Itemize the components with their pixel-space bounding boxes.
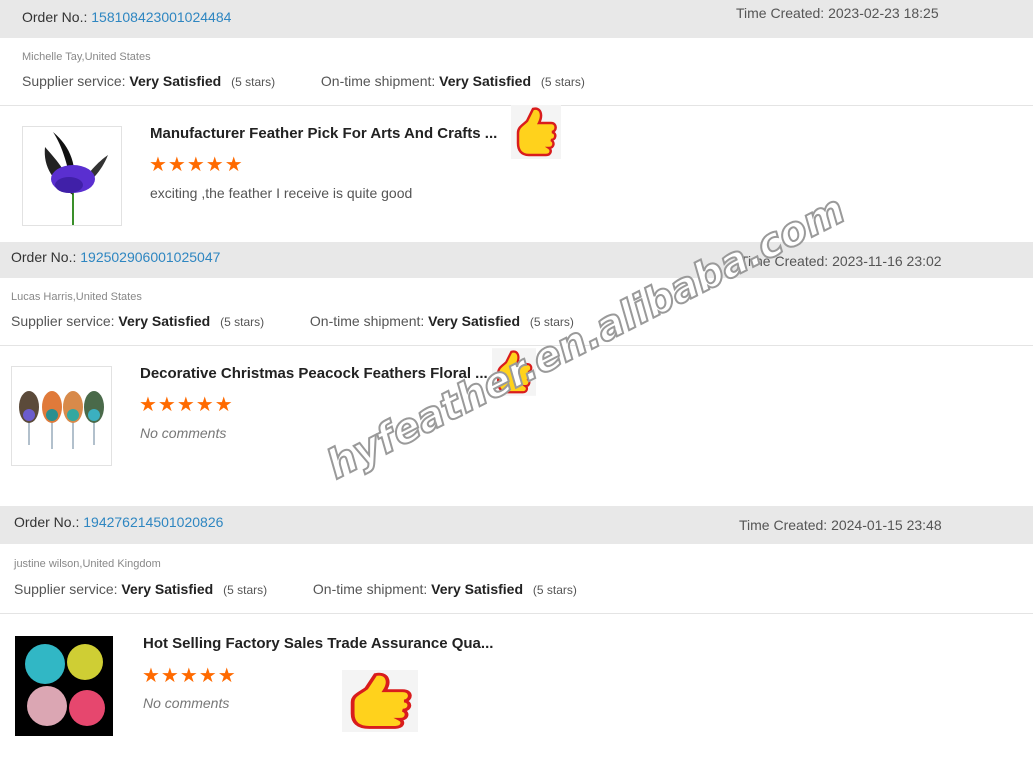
- thumbs-up-icon: [342, 670, 418, 737]
- product-title[interactable]: Manufacturer Feather Pick For Arts And C…: [150, 125, 497, 142]
- time-created-label: Time Created:: [736, 5, 825, 21]
- order-number-label: Order No.:: [22, 9, 88, 25]
- shipment-label: On-time shipment:: [309, 313, 425, 329]
- time-created-value: 2023-02-23 18:25: [828, 5, 939, 21]
- order-number-link[interactable]: 194276214501020826: [83, 514, 223, 530]
- product-thumbnail[interactable]: [11, 366, 112, 466]
- watermark-text: hyfeather.en.alibaba.com: [319, 186, 854, 490]
- supplier-service-value: Very Satisfied: [129, 73, 222, 89]
- order-number-link[interactable]: 192502906001025047: [80, 249, 220, 265]
- rating-stars: ★★★★★: [149, 154, 244, 176]
- product-thumbnail[interactable]: [22, 126, 122, 226]
- supplier-service-stars: (5 stars): [220, 315, 265, 329]
- shipment-value: Very Satisfied: [439, 73, 531, 89]
- shipment-label: On-time shipment:: [320, 73, 436, 89]
- review-comment: No comments: [140, 425, 227, 441]
- time-created-value: 2023-11-16 23:02: [832, 253, 942, 269]
- order-number-link[interactable]: 158108423001024484: [91, 9, 231, 25]
- shipment-value: Very Satisfied: [428, 313, 520, 329]
- product-title[interactable]: Decorative Christmas Peacock Feathers Fl…: [140, 365, 488, 382]
- feather-pick-image: [44, 132, 108, 225]
- rating-stars: ★★★★★: [139, 394, 234, 416]
- rating-stars: ★★★★★: [142, 665, 237, 687]
- supplier-service-value: Very Satisfied: [121, 581, 214, 597]
- shipment-stars: (5 stars): [532, 583, 577, 597]
- buyer-name: Lucas Harris,United States: [11, 291, 142, 303]
- divider: [0, 613, 1033, 614]
- supplier-service-label: Supplier service:: [22, 73, 126, 89]
- feather-balls-image: [15, 636, 113, 736]
- shipment-stars: (5 stars): [540, 75, 585, 89]
- supplier-service-stars: (5 stars): [223, 583, 268, 597]
- supplier-service-stars: (5 stars): [231, 75, 276, 89]
- order-number-label: Order No.:: [14, 514, 80, 530]
- supplier-service-label: Supplier service:: [14, 581, 118, 597]
- supplier-service-label: Supplier service:: [11, 313, 115, 329]
- thumbs-up-icon: [511, 105, 561, 164]
- supplier-service-value: Very Satisfied: [118, 313, 211, 329]
- order-header: Order No.: 158108423001024484 Time Creat…: [0, 0, 1033, 38]
- buyer-name: Michelle Tay,United States: [22, 51, 151, 63]
- product-title[interactable]: Hot Selling Factory Sales Trade Assuranc…: [143, 635, 493, 652]
- product-thumbnail[interactable]: [15, 636, 113, 736]
- peacock-feathers-image: [19, 391, 104, 449]
- review-comment: No comments: [143, 695, 230, 711]
- order-header: Order No.: 194276214501020826 Time Creat…: [0, 506, 1033, 544]
- service-ratings: Supplier service: Very Satisfied (5 star…: [22, 73, 585, 89]
- time-created-label: Time Created:: [739, 517, 828, 533]
- order-number-label: Order No.:: [11, 249, 77, 265]
- buyer-name: justine wilson,United Kingdom: [14, 558, 161, 570]
- shipment-label: On-time shipment:: [312, 581, 428, 597]
- review-comment: exciting ,the feather I receive is quite…: [150, 185, 413, 201]
- service-ratings: Supplier service: Very Satisfied (5 star…: [11, 313, 574, 329]
- shipment-value: Very Satisfied: [431, 581, 523, 597]
- order-header: Order No.: 192502906001025047 Time Creat…: [0, 242, 1033, 278]
- service-ratings: Supplier service: Very Satisfied (5 star…: [14, 581, 577, 597]
- time-created-value: 2024-01-15 23:48: [831, 517, 942, 533]
